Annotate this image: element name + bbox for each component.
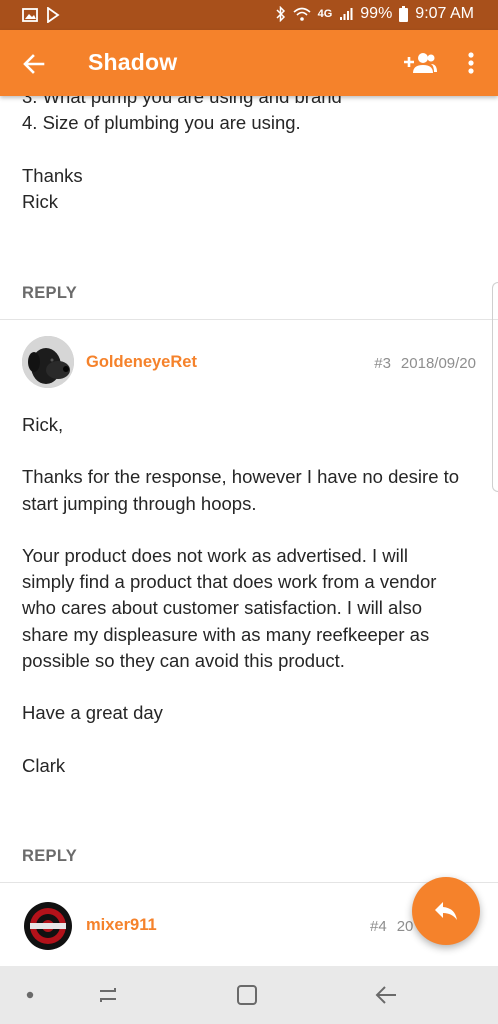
system-back-button[interactable]	[370, 980, 402, 1010]
add-participant-button[interactable]	[402, 48, 438, 78]
wifi-icon	[293, 7, 311, 21]
app-bar: Shadow	[0, 30, 498, 96]
status-bar: 4G 99% 9:07 AM	[0, 0, 498, 30]
reply-button[interactable]: REPLY	[22, 284, 77, 303]
clock: 9:07 AM	[415, 5, 474, 22]
post-line: Your product does not work as advertised…	[22, 544, 408, 566]
post-line: 3. What pump you are using and brand	[22, 96, 342, 107]
post-date: 2018/09/20	[400, 355, 476, 372]
post-line: possible so they can avoid this product.	[22, 649, 345, 671]
post-line: Rick,	[22, 414, 64, 435]
post-meta: #3 2018/09/20	[374, 355, 476, 372]
reply-button[interactable]: REPLY	[22, 847, 77, 866]
post-author[interactable]: GoldeneyeRet	[86, 353, 197, 372]
post-line: simply find a product that does work fro…	[22, 571, 437, 593]
post-number[interactable]: #3	[374, 355, 391, 372]
post-body: Rick, Thanks for the response, however I…	[22, 412, 482, 779]
page-title: Shadow	[88, 49, 178, 75]
battery-icon	[399, 6, 409, 22]
post-meta: #4 20	[370, 918, 413, 935]
network-type: 4G	[317, 8, 333, 20]
add-person-icon	[404, 53, 437, 73]
post-line: Have a great day	[22, 702, 163, 724]
nav-dot-button[interactable]	[14, 980, 46, 1010]
reply-icon	[435, 902, 457, 920]
post-line: 4. Size of plumbing you are using.	[22, 112, 301, 134]
post-divider	[0, 319, 498, 320]
post-line: start jumping through hoops.	[22, 492, 257, 514]
post-number[interactable]: #4	[370, 918, 387, 935]
more-vert-icon	[468, 52, 474, 74]
post-body-previous: 3. What pump you are using and brand 4. …	[22, 96, 482, 215]
back-button[interactable]	[18, 48, 50, 80]
post-line: Thanks	[22, 164, 83, 186]
post-line: share my displeasure with as many reefke…	[22, 623, 430, 645]
bluetooth-icon	[276, 6, 286, 22]
thread-content: 3. What pump you are using and brand 4. …	[0, 96, 498, 966]
post-divider	[0, 882, 498, 883]
post-line: Clark	[22, 754, 66, 776]
signal-icon	[339, 7, 353, 21]
post-author[interactable]: mixer911	[86, 916, 157, 935]
home-button[interactable]	[231, 980, 263, 1010]
recent-apps-button[interactable]	[92, 980, 124, 1010]
post-date: 20	[396, 918, 414, 935]
post-line: Rick	[22, 190, 58, 212]
gallery-icon	[22, 8, 38, 22]
back-icon	[375, 986, 396, 1004]
scroll-handle[interactable]	[492, 282, 498, 492]
back-arrow-icon	[23, 54, 45, 74]
system-nav-bar	[0, 966, 498, 1024]
dot-icon	[26, 991, 34, 999]
recent-apps-icon	[100, 988, 116, 1002]
avatar[interactable]	[22, 336, 74, 388]
post-line: Thanks for the response, however I have …	[22, 466, 460, 488]
reply-fab-button[interactable]	[412, 877, 480, 945]
post-line: who cares about customer satisfaction. I…	[22, 597, 422, 619]
avatar[interactable]	[22, 900, 74, 952]
play-store-icon	[46, 7, 60, 23]
more-options-button[interactable]	[460, 48, 482, 78]
battery-percent: 99%	[360, 5, 393, 22]
home-icon	[237, 985, 257, 1005]
